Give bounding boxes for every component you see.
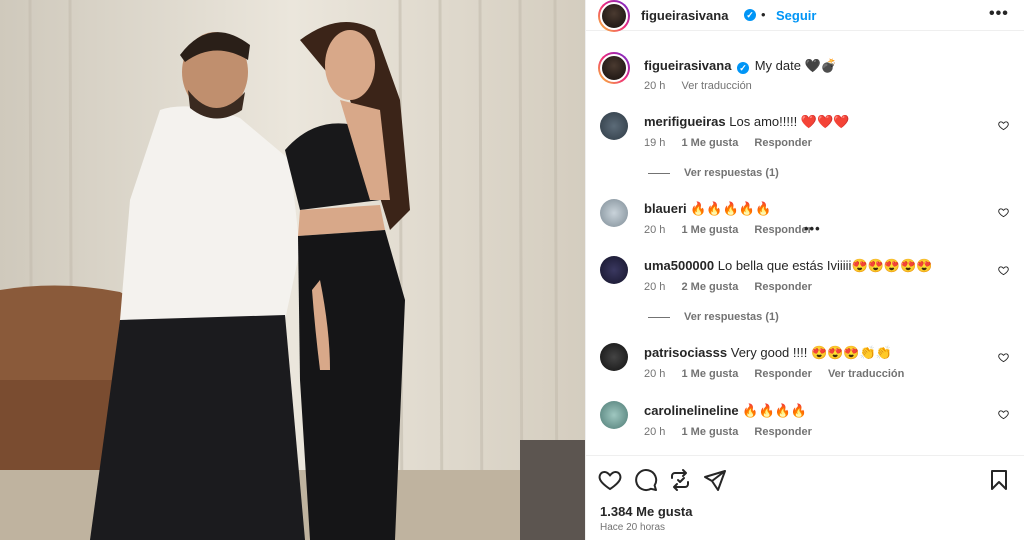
- likes-count[interactable]: 1.384 Me gusta: [600, 504, 693, 519]
- comment-username[interactable]: patrisociasss: [644, 345, 727, 360]
- comment-emoji: ❤️❤️❤️: [800, 114, 850, 129]
- post-time: Hace 20 horas: [600, 522, 666, 533]
- comment-time: 19 h: [644, 137, 666, 149]
- comment-more-icon[interactable]: •••: [804, 221, 821, 236]
- comment-meta: 20 h 1 Me gusta Responder: [644, 426, 825, 438]
- caption-avatar[interactable]: [598, 52, 630, 84]
- comment-likes[interactable]: 1 Me gusta: [681, 224, 738, 236]
- comment-time: 20 h: [644, 224, 666, 236]
- verified-icon: ✓: [744, 9, 756, 21]
- heart-icon[interactable]: [598, 468, 622, 492]
- comment-meta: 20 h 1 Me gusta Responder: [644, 224, 825, 236]
- comment-heart-icon[interactable]: [998, 409, 1009, 420]
- caption: figueirasivana ✓ My date 🖤💣: [644, 58, 837, 74]
- photo-illustration: [0, 0, 585, 540]
- comment-likes[interactable]: 1 Me gusta: [681, 137, 738, 149]
- comment-username[interactable]: merifigueiras: [644, 114, 726, 129]
- post-actions: 1.384 Me gusta Hace 20 horas: [586, 455, 1024, 540]
- comment-avatar[interactable]: [600, 112, 628, 140]
- comment-time: 20 h: [644, 281, 666, 293]
- follow-button[interactable]: Seguir: [776, 8, 816, 23]
- reply-button[interactable]: Responder: [754, 426, 811, 438]
- comment-text: Lo bella que estás Iviiiii: [717, 258, 852, 273]
- comment-heart-icon[interactable]: [998, 265, 1009, 276]
- reply-button[interactable]: Responder: [754, 281, 811, 293]
- comment-text: Very good !!!!: [730, 345, 808, 360]
- reply-button[interactable]: Responder: [754, 137, 811, 149]
- more-options-icon[interactable]: •••: [989, 5, 1009, 23]
- comment-translate-link[interactable]: Ver traducción: [828, 368, 904, 380]
- view-replies-link[interactable]: Ver respuestas (1): [648, 311, 779, 323]
- post-panel: figueirasivana ✓ • Seguir ••• figueirasi…: [585, 0, 1024, 540]
- comment-meta: 20 h 2 Me gusta Responder: [644, 281, 825, 293]
- comment-emoji: 🔥🔥🔥🔥: [742, 403, 808, 418]
- comment: uma500000 Lo bella que estás Iviiiii😍😍😍😍…: [644, 258, 932, 274]
- caption-text: My date: [754, 58, 801, 73]
- separator-dot: •: [761, 7, 766, 22]
- comment-username[interactable]: uma500000: [644, 258, 714, 273]
- comment-meta: 19 h 1 Me gusta Responder: [644, 137, 825, 149]
- comment-avatar[interactable]: [600, 401, 628, 429]
- comment-likes[interactable]: 1 Me gusta: [681, 368, 738, 380]
- comment-likes[interactable]: 2 Me gusta: [681, 281, 738, 293]
- comment-heart-icon[interactable]: [998, 120, 1009, 131]
- comment-avatar[interactable]: [600, 256, 628, 284]
- caption-emoji: 🖤💣: [804, 58, 837, 73]
- send-icon[interactable]: [703, 468, 727, 492]
- bookmark-icon[interactable]: [987, 468, 1011, 492]
- author-username[interactable]: figueirasivana: [641, 8, 728, 23]
- comment-likes[interactable]: 1 Me gusta: [681, 426, 738, 438]
- repost-icon[interactable]: [668, 468, 692, 492]
- comment-emoji: 😍😍😍😍😍: [851, 258, 933, 273]
- comment-emoji: 😍😍😍👏👏: [810, 345, 892, 360]
- caption-meta: 20 h Ver traducción: [644, 80, 765, 92]
- comment-avatar[interactable]: [600, 343, 628, 371]
- comment-time: 20 h: [644, 368, 666, 380]
- comment-text: Los amo!!!!!: [729, 114, 798, 129]
- comment-username[interactable]: carolinelineline: [644, 403, 739, 418]
- comment-icon[interactable]: [634, 468, 658, 492]
- comment-username[interactable]: blaueri: [644, 201, 687, 216]
- view-replies-link[interactable]: Ver respuestas (1): [648, 167, 779, 179]
- post-photo[interactable]: [0, 0, 585, 540]
- comment: carolinelineline 🔥🔥🔥🔥: [644, 403, 807, 419]
- caption-username[interactable]: figueirasivana: [644, 58, 731, 73]
- reply-button[interactable]: Responder: [754, 368, 811, 380]
- comment: blaueri 🔥🔥🔥🔥🔥: [644, 201, 771, 217]
- caption-translate-link[interactable]: Ver traducción: [681, 80, 751, 92]
- comment-heart-icon[interactable]: [998, 207, 1009, 218]
- comment: merifigueiras Los amo!!!!! ❤️❤️❤️: [644, 114, 849, 130]
- comment-heart-icon[interactable]: [998, 352, 1009, 363]
- comment-emoji: 🔥🔥🔥🔥🔥: [690, 201, 772, 216]
- comment-time: 20 h: [644, 426, 666, 438]
- comment: patrisociasss Very good !!!! 😍😍😍👏👏: [644, 345, 892, 361]
- post-header: figueirasivana ✓ • Seguir •••: [586, 0, 1024, 32]
- caption-time: 20 h: [644, 80, 666, 92]
- comment-meta: 20 h 1 Me gusta Responder Ver traducción: [644, 368, 917, 380]
- caption-verified-icon: ✓: [737, 62, 750, 74]
- author-avatar[interactable]: [598, 0, 630, 32]
- comment-avatar[interactable]: [600, 199, 628, 227]
